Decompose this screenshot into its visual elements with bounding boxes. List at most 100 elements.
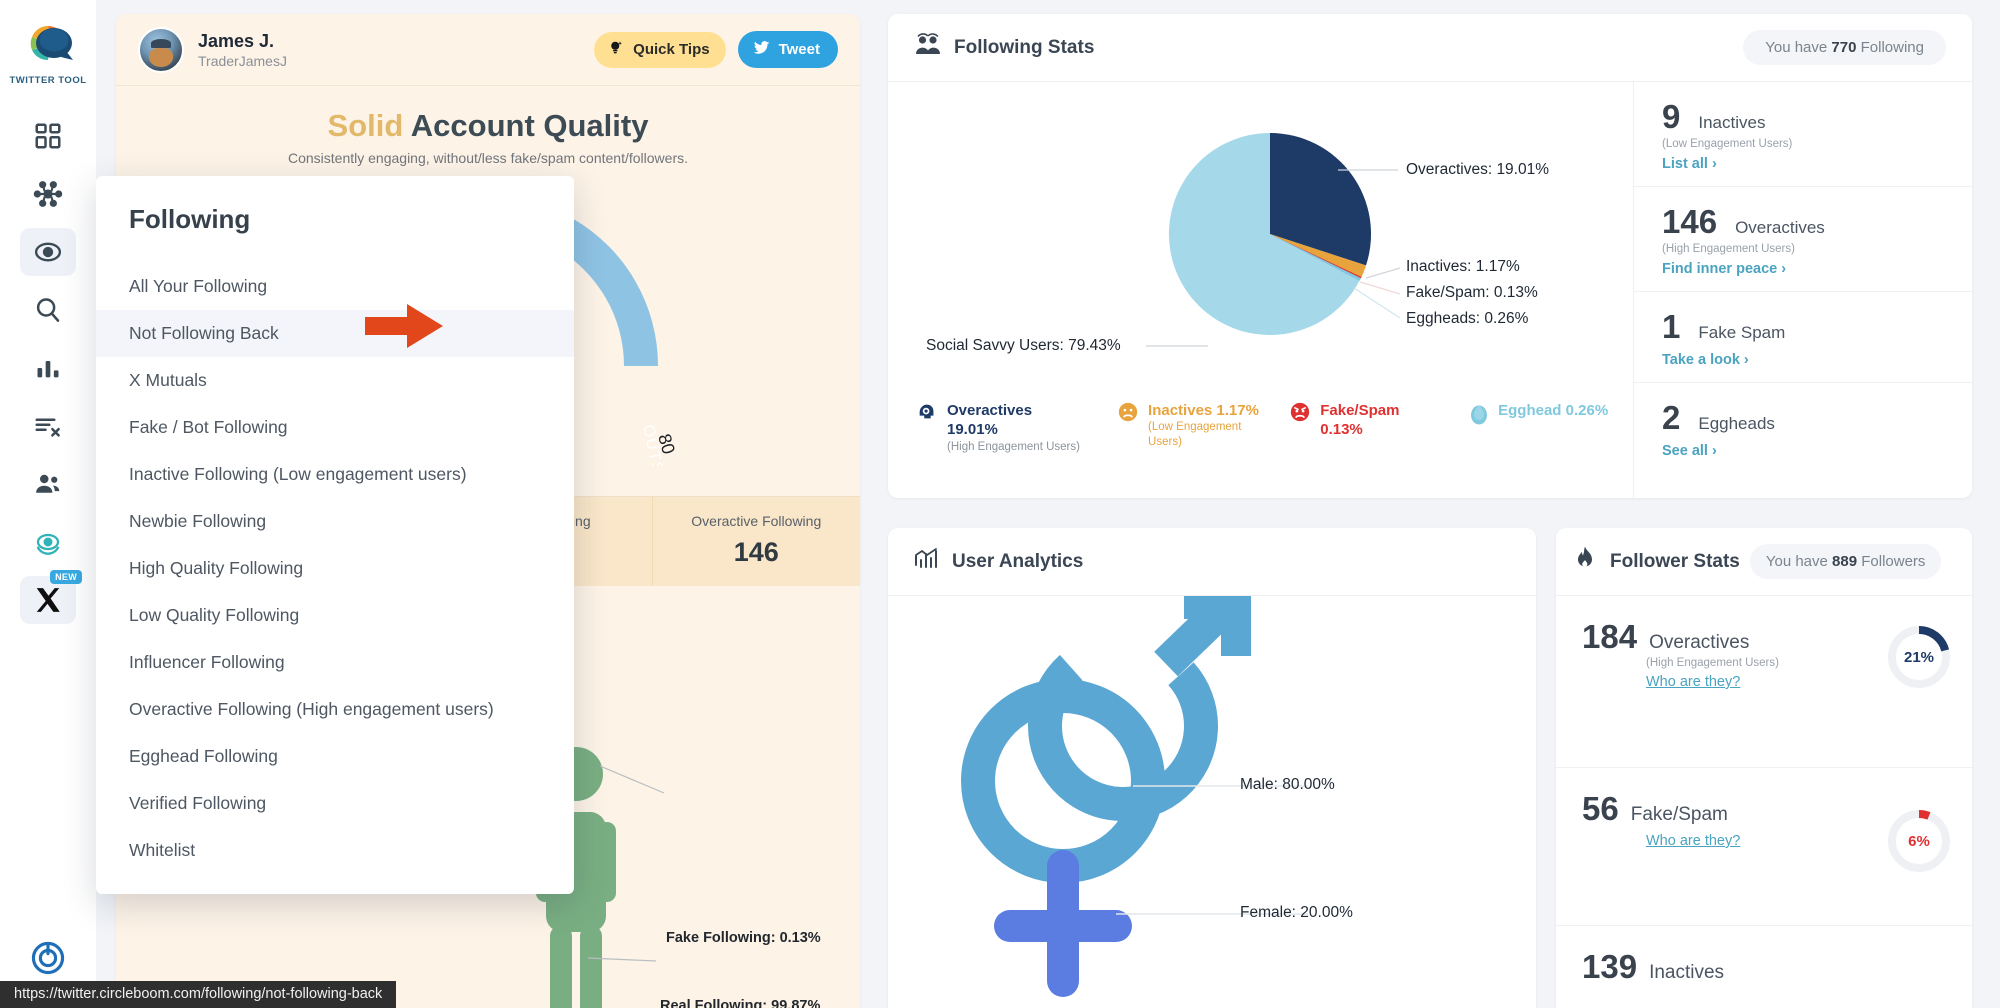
following-dropdown-menu[interactable]: Following All Your Following Not Followi… [96, 176, 574, 894]
stat-number: 146 [1662, 203, 1718, 240]
new-badge: NEW [50, 570, 82, 584]
pointer-arrow-icon [355, 300, 445, 357]
stat-link-see-all[interactable]: See all › [1662, 443, 1972, 459]
follower-label: Inactives [1649, 962, 1725, 983]
follower-label: Fake/Spam [1630, 804, 1728, 825]
dropdown-item-inactive-following[interactable]: Inactive Following (Low engagement users… [96, 451, 574, 498]
tile-label: Overactive Following [691, 513, 822, 529]
legend-item-inactives: Inactives 1.17% (Low Engagement Users) [1117, 401, 1263, 449]
profile-bar: James J. TraderJamesJ Quick Tips Tweet [116, 14, 860, 86]
dropdown-item-overactive-following[interactable]: Overactive Following (High engagement us… [96, 686, 574, 733]
badge-count: 889 [1832, 553, 1858, 570]
follower-number: 56 [1582, 790, 1619, 827]
people-group-icon [914, 32, 942, 63]
stat-number: 2 [1662, 399, 1681, 436]
badge-prefix: You have [1765, 39, 1828, 56]
sidebar-item-dashboard[interactable] [20, 112, 76, 160]
dropdown-item-low-quality-following[interactable]: Low Quality Following [96, 592, 574, 639]
dropdown-item-not-following-back[interactable]: Not Following Back [96, 310, 574, 357]
legend-sub: (Low Engagement Users) [1148, 421, 1242, 448]
follower-link-who-are-they[interactable]: Who are they? [1646, 833, 1886, 849]
stat-label: Inactives [1698, 113, 1766, 132]
dropdown-item-x-mutuals[interactable]: X Mutuals [96, 357, 574, 404]
legend-item-egghead: Egghead 0.26% [1469, 401, 1623, 430]
status-bar-url: https://twitter.circleboom.com/following… [0, 981, 397, 1008]
dropdown-item-influencer-following[interactable]: Influencer Following [96, 639, 574, 686]
sidebar-item-x-twitter[interactable]: NEW [20, 570, 82, 624]
dropdown-item-all-your-following[interactable]: All Your Following [96, 263, 574, 310]
dropdown-item-verified-following[interactable]: Verified Following [96, 780, 574, 827]
follower-link-who-are-they[interactable]: Who are they? [1646, 674, 1886, 690]
quality-title-rest: Account Quality [410, 108, 649, 143]
egg-icon [1469, 401, 1489, 430]
sidebar-item-following[interactable] [20, 228, 76, 276]
sidebar-item-unfollow[interactable] [20, 402, 76, 450]
dropdown-item-egghead-following[interactable]: Egghead Following [96, 733, 574, 780]
clock-refresh-icon [33, 527, 63, 557]
stat-sub: (High Engagement Users) [1662, 243, 1795, 255]
follower-sub: (High Engagement Users) [1646, 657, 1779, 669]
sidebar-item-users[interactable] [20, 460, 76, 508]
follower-row-inactives: 139 Inactives [1556, 926, 1972, 1006]
dropdown-item-fake-bot-following[interactable]: Fake / Bot Following [96, 404, 574, 451]
stat-row-fake-spam: 1 Fake Spam Take a look › [1634, 292, 1972, 383]
grid-icon [33, 121, 63, 151]
stat-link-list-all[interactable]: List all › [1662, 156, 1972, 172]
quick-tips-label: Quick Tips [633, 41, 710, 58]
quality-subtitle: Consistently engaging, without/less fake… [288, 150, 688, 166]
dropdown-item-newbie-following[interactable]: Newbie Following [96, 498, 574, 545]
stat-link-find-inner-peace[interactable]: Find inner peace › [1662, 261, 1972, 277]
pie-label-fake-spam: Fake/Spam: 0.13% [1406, 284, 1538, 301]
following-pie-chart: Overactives: 19.01% Inactives: 1.17% Fak… [888, 82, 1633, 498]
donut-value: 6% [1908, 832, 1930, 850]
stat-number: 9 [1662, 98, 1681, 135]
pie-legend: Overactives 19.01% (High Engagement User… [916, 401, 1623, 454]
x-logo-icon [33, 585, 63, 615]
sidebar-item-history[interactable] [20, 518, 76, 566]
sidebar-item-analytics[interactable] [20, 344, 76, 392]
badge-prefix: You have [1765, 553, 1828, 570]
eye-target-icon [33, 237, 63, 267]
profile-handle: TraderJamesJ [198, 52, 287, 69]
dropdown-item-whitelist[interactable]: Whitelist [96, 827, 574, 874]
figure-label-real: Real Following: 99.87% [660, 998, 821, 1008]
tweet-button[interactable]: Tweet [737, 31, 838, 68]
user-analytics-title: User Analytics [952, 550, 1084, 572]
badge-count: 770 [1831, 39, 1857, 56]
dropdown-item-high-quality-following[interactable]: High Quality Following [96, 545, 574, 592]
sidebar-item-network[interactable] [20, 170, 76, 218]
power-icon[interactable] [29, 939, 67, 982]
stat-link-take-a-look[interactable]: Take a look › [1662, 352, 1972, 368]
app-logo[interactable]: TWITTER TOOL [9, 14, 86, 86]
quality-header: Solid Account Quality Consistently engag… [116, 86, 860, 166]
label-male: Male: 80.00% [1240, 776, 1335, 793]
follower-stats-header: Follower Stats You have 889 Followers [1556, 528, 1972, 596]
stat-label: Fake Spam [1698, 323, 1786, 342]
sidebar-item-search[interactable] [20, 286, 76, 334]
donut-chart-fake-spam: 6% [1886, 808, 1952, 874]
stat-row-overactives: 146 Overactives (High Engagement Users) … [1634, 187, 1972, 292]
stat-sub: (Low Engagement Users) [1662, 138, 1793, 150]
quality-title-highlight: Solid [327, 108, 404, 143]
user-analytics-header: User Analytics [888, 528, 1536, 596]
following-stats-title: Following Stats [954, 36, 1095, 58]
sidebar-bottom [0, 939, 96, 982]
quick-tips-button[interactable]: Quick Tips [594, 31, 726, 68]
follower-number: 184 [1582, 618, 1638, 655]
search-icon [33, 295, 63, 325]
badge-suffix: Following [1860, 39, 1924, 56]
pie-label-inactives: Inactives: 1.17% [1406, 258, 1520, 275]
figure-label-fake: Fake Following: 0.13% [666, 930, 821, 946]
lightbulb-icon [607, 39, 625, 61]
legend-item-overactives: Overactives 19.01% (High Engagement User… [916, 401, 1091, 454]
twitter-bird-icon [752, 38, 771, 61]
people-icon [33, 469, 63, 499]
stat-row-eggheads: 2 Eggheads See all › [1634, 383, 1972, 473]
list-remove-icon [33, 411, 63, 441]
logo-label: TWITTER TOOL [9, 75, 87, 86]
angry-face-icon [1289, 401, 1311, 428]
follower-stats-card: Follower Stats You have 889 Followers 18… [1556, 528, 1972, 1008]
avatar[interactable] [138, 26, 184, 73]
legend-title: Fake/Spam 0.13% [1320, 402, 1400, 439]
stat-row-inactives: 9 Inactives (Low Engagement Users) List … [1634, 82, 1972, 187]
